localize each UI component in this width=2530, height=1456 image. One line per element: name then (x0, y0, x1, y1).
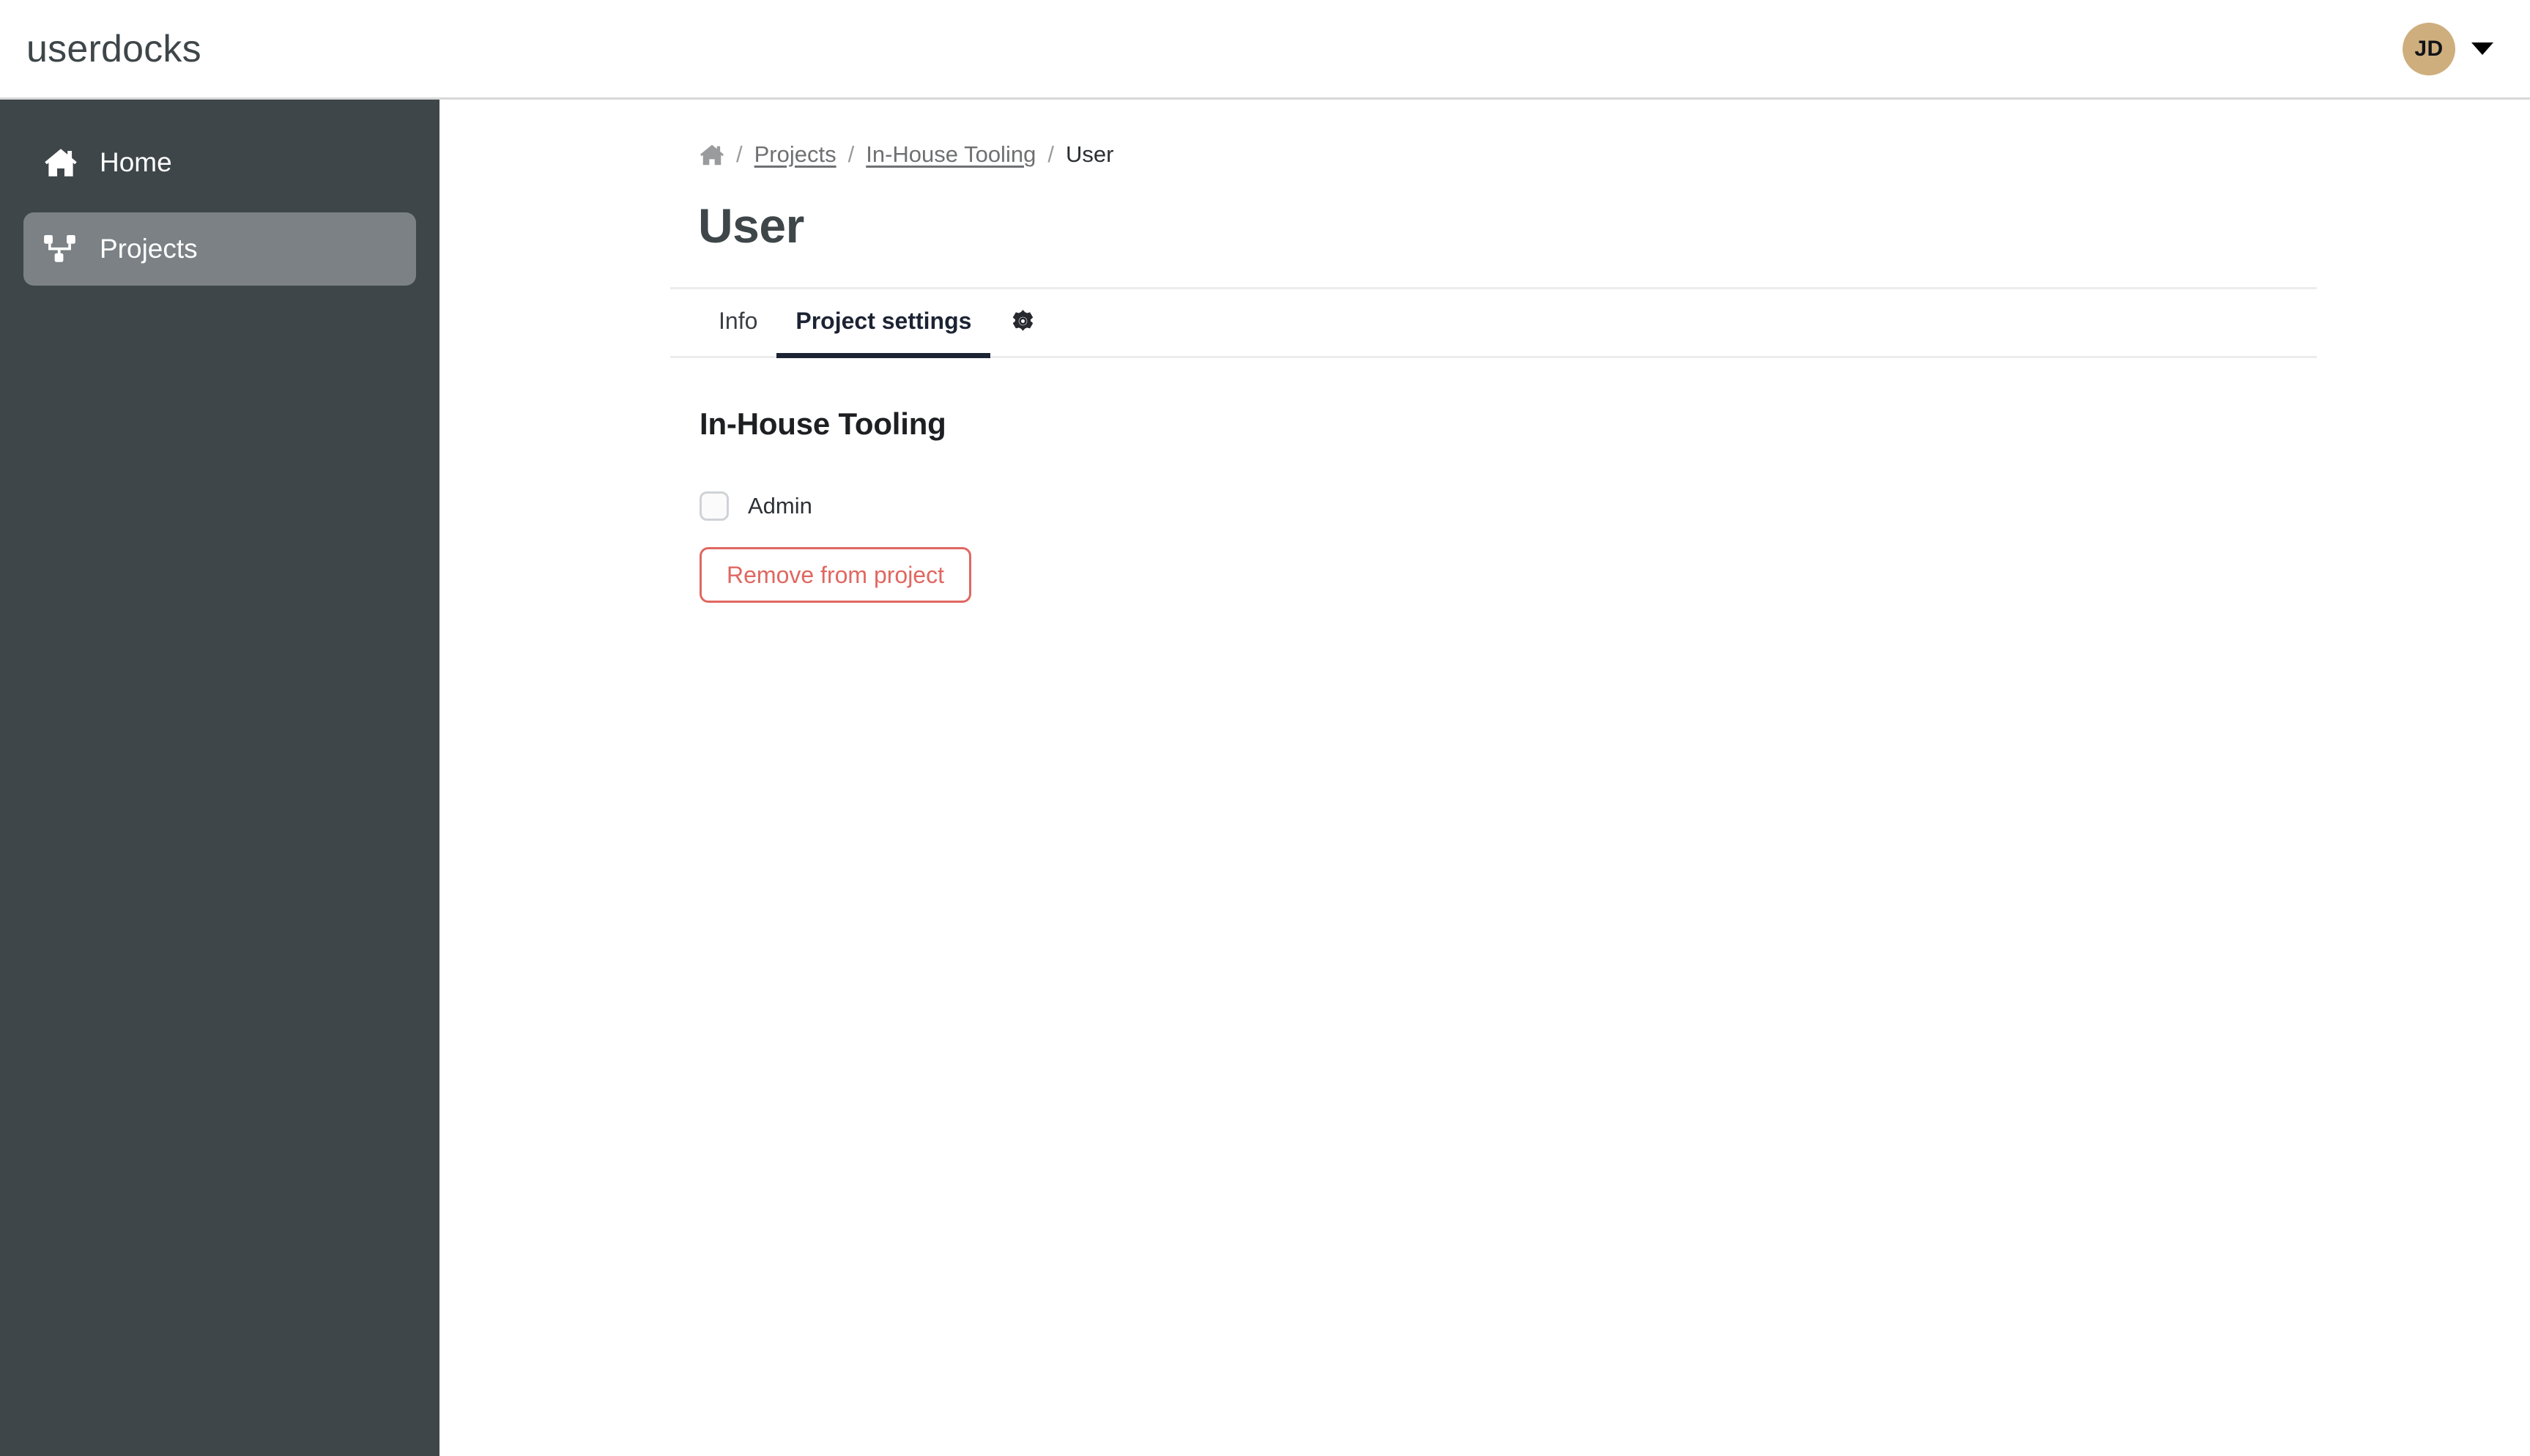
chevron-down-icon[interactable] (2471, 42, 2493, 55)
tab-info[interactable]: Info (700, 289, 776, 358)
page-title: User (698, 198, 804, 253)
admin-checkbox-label: Admin (748, 493, 812, 519)
tab-settings-gear[interactable] (990, 289, 1056, 358)
sitemap-icon (44, 232, 78, 266)
home-icon (44, 146, 78, 179)
breadcrumb-separator: / (736, 141, 743, 167)
section-title: In-House Tooling (700, 406, 946, 441)
sidebar-item-label: Home (100, 147, 172, 177)
breadcrumb-separator: / (1047, 141, 1054, 167)
project-settings-panel: In-House Tooling Admin Remove from proje… (700, 406, 2530, 603)
admin-checkbox-row: Admin (700, 489, 2530, 524)
app-header: userdocks JD (0, 0, 2530, 100)
breadcrumb-separator: / (847, 141, 855, 167)
breadcrumb-home-icon[interactable] (700, 144, 724, 166)
breadcrumb-item-projects[interactable]: Projects (754, 141, 836, 168)
app-brand-logo[interactable]: userdocks (26, 30, 201, 68)
sidebar-item-label: Projects (100, 234, 198, 264)
tab-project-settings[interactable]: Project settings (776, 289, 991, 358)
admin-checkbox[interactable] (700, 491, 729, 521)
remove-from-project-button[interactable]: Remove from project (700, 547, 971, 603)
breadcrumb-item-in-house-tooling[interactable]: In-House Tooling (866, 141, 1036, 168)
sidebar-item-projects[interactable]: Projects (23, 212, 416, 286)
main-content: / Projects / In-House Tooling / User Use… (439, 100, 2530, 1456)
gear-icon (1011, 309, 1035, 333)
breadcrumb-item-user: User (1065, 141, 1114, 167)
user-menu[interactable]: JD (2403, 22, 2501, 75)
sidebar-item-home[interactable]: Home (23, 126, 416, 199)
avatar[interactable]: JD (2403, 22, 2455, 75)
tab-bar: Info Project settings (670, 287, 2317, 358)
breadcrumb: / Projects / In-House Tooling / User (700, 138, 2530, 171)
sidebar: Home Projects (0, 100, 439, 1456)
